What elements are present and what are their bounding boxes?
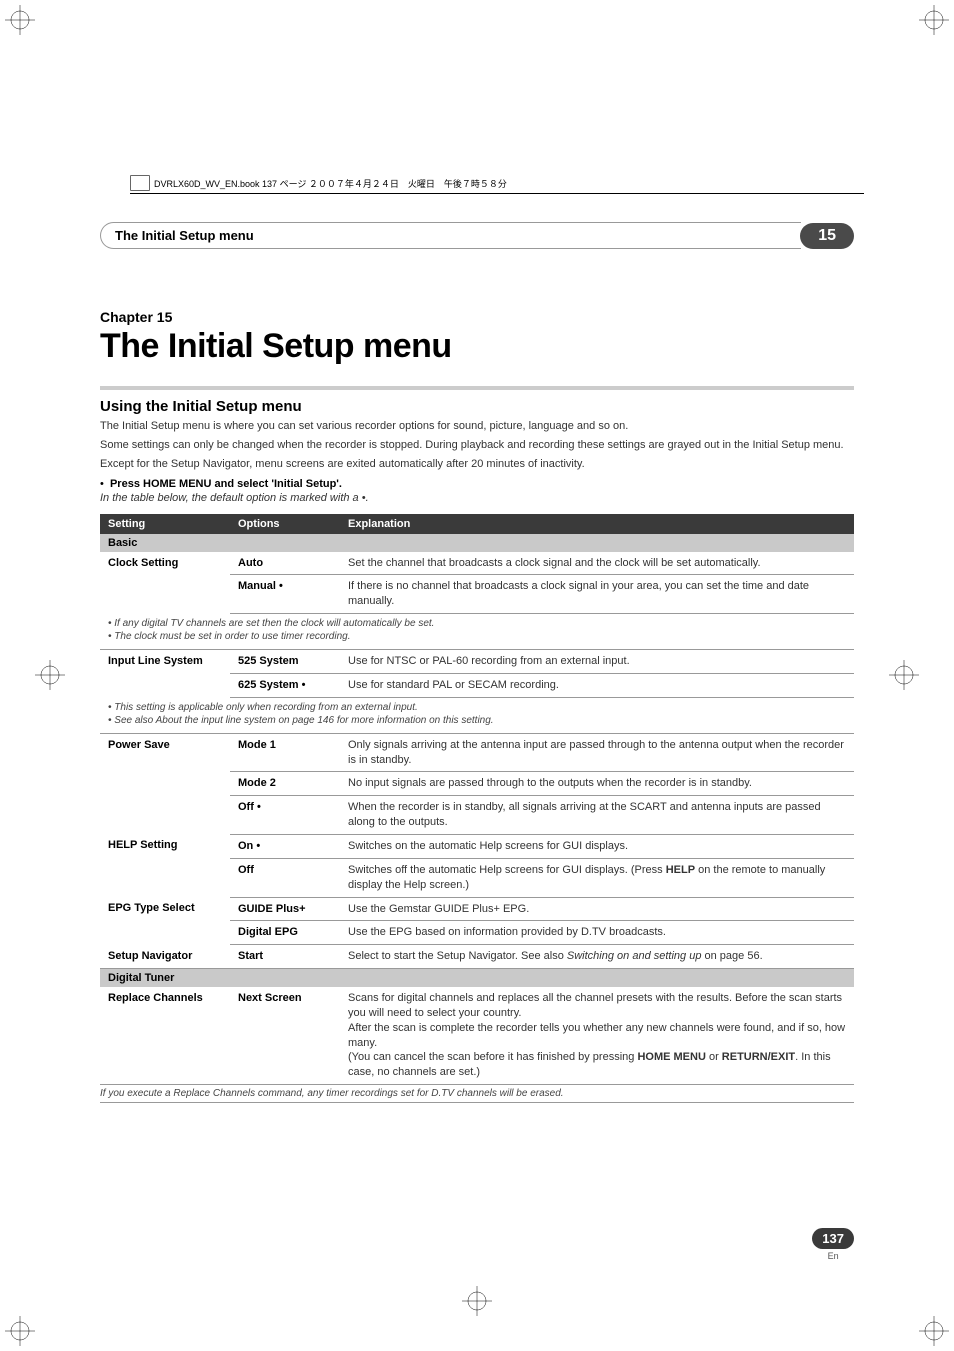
header-setting: Setting	[100, 514, 230, 534]
intro-para-1: The Initial Setup menu is where you can …	[100, 419, 854, 434]
page-tab-header: The Initial Setup menu 15	[100, 222, 854, 249]
page-number: 137	[812, 1228, 854, 1249]
opt-help-on: On •	[230, 834, 340, 858]
crop-mark-br	[919, 1316, 949, 1346]
label-clock-setting: Clock Setting	[100, 552, 230, 614]
exp-625: Use for standard PAL or SECAM recording.	[340, 673, 854, 697]
opt-digital-epg: Digital EPG	[230, 921, 340, 945]
opt-guide-plus: GUIDE Plus+	[230, 897, 340, 921]
intro-para-2: Some settings can only be changed when t…	[100, 438, 854, 453]
page-number-badge: 137 En	[812, 1228, 854, 1261]
subhead-basic: Basic	[100, 534, 854, 552]
tab-number: 15	[800, 223, 854, 249]
exp-start: Select to start the Setup Navigator. See…	[340, 945, 854, 969]
row-clock-auto: Clock Setting Auto Set the channel that …	[100, 552, 854, 575]
exp-mode1: Only signals arriving at the antenna inp…	[340, 733, 854, 772]
subhead-digital-tuner: Digital Tuner	[100, 969, 854, 988]
header-options: Options	[230, 514, 340, 534]
exp-help-on: Switches on the automatic Help screens f…	[340, 834, 854, 858]
table-foot-note: If you execute a Replace Channels comman…	[100, 1085, 854, 1103]
opt-help-off: Off	[230, 858, 340, 897]
crop-mark-bl	[5, 1316, 35, 1346]
opt-625: 625 System •	[230, 673, 340, 697]
label-setup-nav: Setup Navigator	[100, 945, 230, 969]
opt-mode2: Mode 2	[230, 772, 340, 796]
opt-mode1: Mode 1	[230, 733, 340, 772]
opt-power-off: Off •	[230, 796, 340, 835]
section-heading: Using the Initial Setup menu	[100, 398, 854, 415]
note-clock: • If any digital TV channels are set the…	[100, 614, 854, 650]
row-replace-channels: Replace Channels Next Screen Scans for d…	[100, 987, 854, 1085]
default-marker-note: In the table below, the default option i…	[100, 492, 854, 504]
page-lang: En	[812, 1251, 854, 1261]
exp-mode2: No input signals are passed through to t…	[340, 772, 854, 796]
exp-guide-plus: Use the Gemstar GUIDE Plus+ EPG.	[340, 897, 854, 921]
exp-clock-manual: If there is no channel that broadcasts a…	[340, 575, 854, 614]
instruction-bullet-text: Press HOME MENU and select 'Initial Setu…	[110, 478, 342, 490]
opt-clock-auto: Auto	[230, 552, 340, 575]
row-setup-nav: Setup Navigator Start Select to start th…	[100, 945, 854, 969]
section-rule	[100, 386, 854, 390]
crop-mark-tl	[5, 5, 35, 35]
tab-title: The Initial Setup menu	[100, 222, 801, 249]
registration-mark-left	[35, 660, 65, 690]
crop-mark-tr	[919, 5, 949, 35]
label-help: HELP Setting	[100, 834, 230, 897]
opt-start: Start	[230, 945, 340, 969]
exp-digital-epg: Use the EPG based on information provide…	[340, 921, 854, 945]
chapter-title: The Initial Setup menu	[100, 327, 854, 366]
header-explanation: Explanation	[340, 514, 854, 534]
exp-help-off: Switches off the automatic Help screens …	[340, 858, 854, 897]
opt-clock-manual: Manual •	[230, 575, 340, 614]
opt-525: 525 System	[230, 650, 340, 674]
exp-clock-auto: Set the channel that broadcasts a clock …	[340, 552, 854, 575]
label-epg: EPG Type Select	[100, 897, 230, 945]
row-help-on: HELP Setting On • Switches on the automa…	[100, 834, 854, 858]
row-power-mode1: Power Save Mode 1 Only signals arriving …	[100, 733, 854, 772]
note-input: • This setting is applicable only when r…	[100, 697, 854, 733]
label-power-save: Power Save	[100, 733, 230, 834]
instruction-bullet: • Press HOME MENU and select 'Initial Se…	[100, 478, 854, 490]
exp-replace: Scans for digital channels and replaces …	[340, 987, 854, 1085]
label-replace: Replace Channels	[100, 987, 230, 1085]
registration-mark-right	[889, 660, 919, 690]
exp-power-off: When the recorder is in standby, all sig…	[340, 796, 854, 835]
registration-mark-bottom	[462, 1286, 492, 1316]
settings-table: Setting Options Explanation Basic Clock …	[100, 514, 854, 1086]
row-epg-guide: EPG Type Select GUIDE Plus+ Use the Gems…	[100, 897, 854, 921]
row-input-525: Input Line System 525 System Use for NTS…	[100, 650, 854, 674]
intro-para-3: Except for the Setup Navigator, menu scr…	[100, 457, 854, 472]
label-input-line: Input Line System	[100, 650, 230, 698]
exp-525: Use for NTSC or PAL-60 recording from an…	[340, 650, 854, 674]
opt-next-screen: Next Screen	[230, 987, 340, 1085]
chapter-label: Chapter 15	[100, 309, 854, 325]
